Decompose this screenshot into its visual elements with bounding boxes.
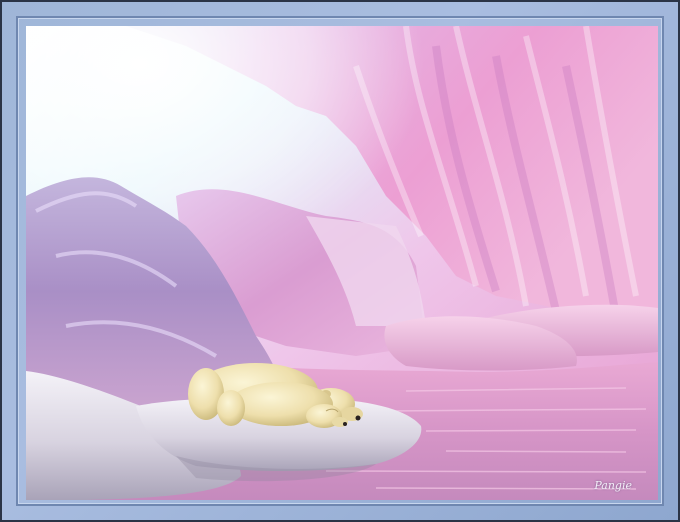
arctic-scene: Pangie	[26, 26, 658, 500]
scene-illustration	[26, 26, 658, 500]
artist-signature: Pangie	[594, 479, 632, 492]
picture-frame: Pangie	[0, 0, 680, 522]
